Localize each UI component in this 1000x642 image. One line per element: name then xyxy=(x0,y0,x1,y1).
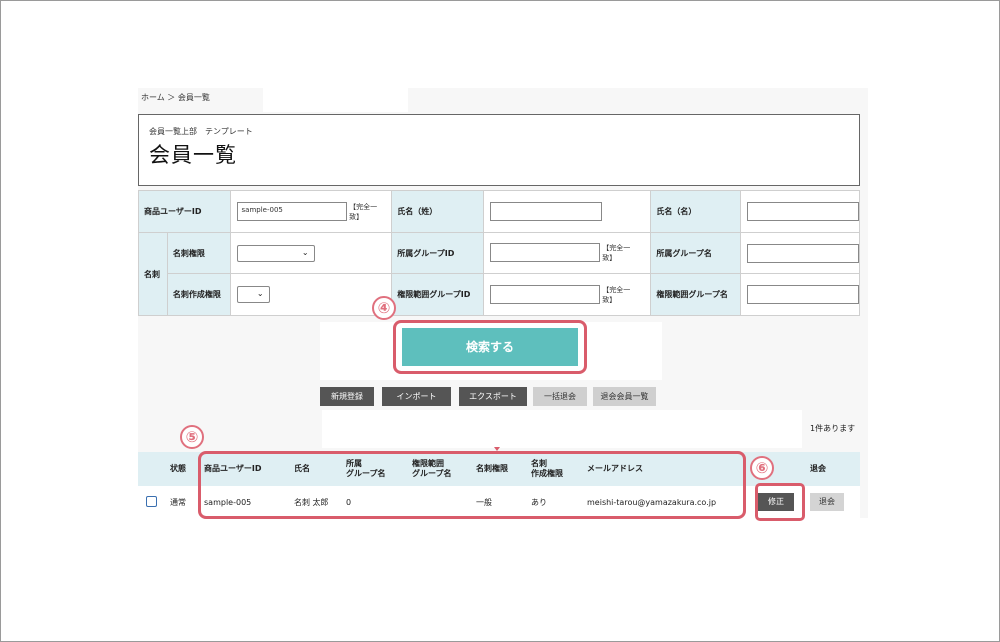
last-name-label: 氏名（姓） xyxy=(391,190,484,233)
header-checkbox xyxy=(138,452,166,486)
scope-group-name-input[interactable] xyxy=(746,285,859,304)
breadcrumb[interactable]: ホーム ＞ 会員一覧 xyxy=(141,92,210,103)
meishi-create-auth-label: 名刺作成権限 xyxy=(166,273,231,316)
last-name-input[interactable] xyxy=(489,202,602,221)
annotation-4: ④ xyxy=(372,296,396,320)
blank-patch xyxy=(263,88,408,112)
page-title: 会員一覧 xyxy=(149,143,237,167)
first-name-input[interactable] xyxy=(746,202,859,221)
bulk-withdraw-button[interactable]: 一括退会 xyxy=(533,387,587,406)
withdraw-button[interactable]: 退会 xyxy=(810,493,844,511)
row-checkbox[interactable] xyxy=(146,495,157,507)
group-name-label: 所属グループ名 xyxy=(650,232,741,274)
new-register-button[interactable]: 新規登録 xyxy=(320,387,374,406)
table-columns-highlight xyxy=(198,451,746,519)
meishi-auth-label: 名刺権限 xyxy=(166,232,231,274)
cell-status: 通常 xyxy=(166,486,200,518)
page-subtitle: 会員一覧上部 テンプレート xyxy=(149,127,253,136)
import-button[interactable]: インポート xyxy=(382,387,451,406)
result-count: 1件あります xyxy=(810,424,856,433)
blank-patch xyxy=(322,410,802,448)
group-name-input[interactable] xyxy=(746,243,859,263)
annotation-5: ⑤ xyxy=(180,425,204,449)
first-name-label: 氏名（名） xyxy=(650,190,741,233)
scope-group-id-label: 権限範囲グループID xyxy=(391,273,484,316)
user-id-label: 商品ユーザーID xyxy=(138,190,231,233)
group-id-input[interactable] xyxy=(489,243,600,262)
search-button-highlight: 検索する xyxy=(393,320,587,374)
search-form: 商品ユーザーID sample-005 【完全一致】 氏名（姓） 氏名（名） 名… xyxy=(138,190,861,316)
page-header: 会員一覧上部 テンプレート 会員一覧 xyxy=(138,114,860,186)
group-id-label: 所属グループID xyxy=(391,232,484,274)
search-button[interactable]: 検索する xyxy=(402,328,578,366)
chevron-down-icon: ⌄ xyxy=(256,289,264,298)
annotation-6: ⑥ xyxy=(750,456,774,480)
chevron-down-icon: ⌄ xyxy=(301,247,309,257)
exact-match-note: 【完全一致】 xyxy=(602,285,631,304)
meishi-group-label: 名刺 xyxy=(138,232,168,316)
meishi-auth-select[interactable]: ⌄ xyxy=(236,244,315,262)
user-id-input[interactable]: sample-005 xyxy=(236,201,347,221)
edit-button-highlight xyxy=(755,483,805,521)
scope-group-id-input[interactable] xyxy=(489,284,600,304)
meishi-create-auth-select[interactable]: ⌄ xyxy=(236,286,270,303)
withdrawn-members-button[interactable]: 退会会員一覧 xyxy=(593,387,656,406)
scope-group-name-label: 権限範囲グループ名 xyxy=(650,273,741,316)
exact-match-note: 【完全一致】 xyxy=(349,202,378,221)
exact-match-note: 【完全一致】 xyxy=(602,244,631,262)
header-status: 状態 xyxy=(166,452,200,486)
export-button[interactable]: エクスポート xyxy=(459,387,527,406)
header-withdraw: 退会 xyxy=(806,452,860,486)
